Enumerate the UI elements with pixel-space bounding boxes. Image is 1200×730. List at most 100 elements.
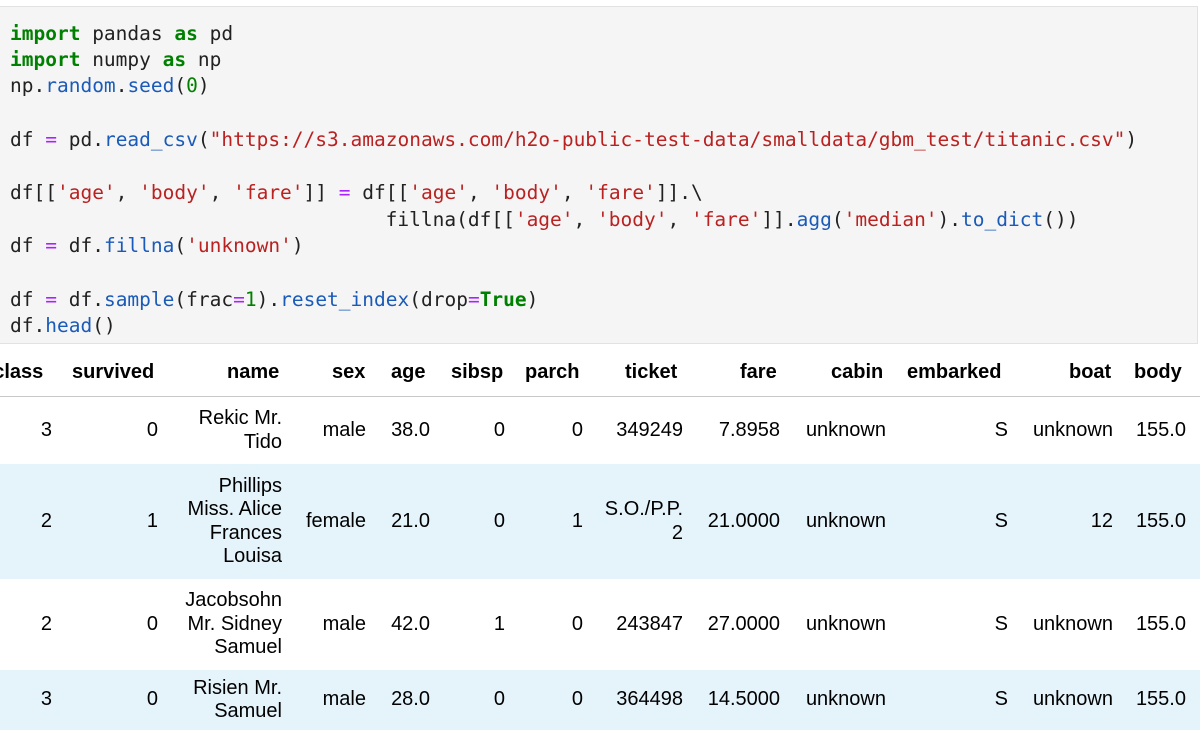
header-survived: survived — [72, 361, 155, 383]
cell-ticket-text: 243847 — [616, 612, 683, 635]
cell-boat-text: 12 — [1090, 509, 1113, 532]
cell-boat-text: unknown — [1032, 418, 1113, 441]
cell-survived-text: 0 — [146, 612, 158, 635]
table-row: 3 0 Risien Mr. Samuel male 28.0 0 0 364498 14.500… — [0, 670, 1200, 730]
cell-pclass-text: 2 — [40, 509, 52, 532]
cell-age: 21.0 — [391, 510, 430, 534]
header-pclass: pclass — [0, 361, 44, 383]
code-line-3: np.random.seed(0) — [10, 74, 210, 97]
table-row: 2 0 Jacobsohn Mr. Sidney Samuel male 42.0 1 0 243… — [0, 579, 1200, 670]
cell-name-text: Jacobsohn — [185, 589, 282, 612]
table-row: 3 0 Rekic Mr. Tido male 38.0 0 0 349249 7.8958 unk… — [0, 397, 1200, 464]
header-ticket: ticket — [625, 361, 678, 383]
table-row: 2 1 Phillips Miss. Alice Frances Louisa female… — [0, 464, 1200, 579]
cell-cabin: unknown — [806, 510, 886, 534]
cell-cabin-text: unknown — [805, 612, 886, 635]
cell-fare-text: 7.8958 — [718, 418, 780, 441]
cell-parch-text: 1 — [571, 509, 583, 532]
code-cell[interactable]: import pandas as pd import numpy as np n… — [0, 6, 1198, 344]
cell-fare: 14.5000 — [708, 688, 780, 712]
cell-boat: 12 — [1091, 510, 1113, 534]
cell-ticket: 243847 — [616, 613, 683, 637]
cell-pclass-text: 3 — [40, 418, 52, 441]
cell-ticket-text: 2 — [671, 521, 683, 544]
cell-sex-text: male — [322, 612, 366, 635]
header-name: name — [227, 361, 280, 383]
cell-parch-text: 0 — [571, 688, 583, 711]
cell-age: 28.0 — [391, 688, 430, 712]
cell-body: 155.0 — [1136, 688, 1186, 712]
cell-embarked: S — [995, 419, 1008, 443]
cell-body-text: 155.0 — [1135, 509, 1186, 532]
cell-age-text: 21.0 — [391, 509, 430, 532]
cell-embarked: S — [995, 613, 1008, 637]
cell-body: 155.0 — [1136, 510, 1186, 534]
cell-sibsp: 1 — [494, 613, 505, 637]
cell-pclass-text: 3 — [40, 688, 52, 711]
cell-sex-text: male — [322, 688, 366, 711]
cell-sex: male — [323, 613, 366, 637]
header-parch: parch — [525, 361, 580, 383]
cell-name-text: Risien Mr. — [193, 676, 282, 699]
header-sex: sex — [332, 361, 366, 383]
cell-fare: 27.0000 — [708, 613, 780, 637]
cell-sibsp-text: 1 — [493, 612, 505, 635]
cell-name: Risien Mr. Samuel — [193, 677, 282, 724]
cell-fare: 21.0000 — [708, 510, 780, 534]
cell-age-text: 28.0 — [391, 688, 430, 711]
cell-pclass: 2 — [41, 613, 52, 637]
cell-age: 42.0 — [391, 613, 430, 637]
cell-parch-text: 0 — [571, 612, 583, 635]
cell-pclass-text: 2 — [40, 612, 52, 635]
cell-name-text: Louisa — [223, 545, 282, 567]
cell-embarked-text: S — [994, 509, 1008, 532]
cell-body: 155.0 — [1136, 613, 1186, 637]
cell-survived: 0 — [147, 688, 158, 712]
cell-fare-text: 14.5000 — [707, 688, 780, 711]
cell-ticket-text: S.O./P.P. — [604, 498, 683, 520]
cell-embarked-text: S — [994, 612, 1008, 635]
cell-sex: male — [323, 688, 366, 712]
cell-name-text: Samuel — [214, 700, 282, 722]
cell-survived-text: 1 — [146, 509, 158, 532]
cell-parch: 0 — [572, 688, 583, 712]
cell-cabin-text: unknown — [805, 688, 886, 711]
code-line-4: df = pd.read_csv("https://s3.amazonaws.c… — [10, 128, 1138, 151]
cell-sibsp: 0 — [494, 419, 505, 443]
cell-sex-text: male — [322, 418, 366, 441]
cell-embarked: S — [995, 688, 1008, 712]
cell-parch-text: 0 — [571, 418, 583, 441]
cell-body: 155.0 — [1136, 419, 1186, 443]
code-line-9: df.head() — [10, 314, 116, 337]
cell-name-text: Miss. Alice — [187, 498, 282, 520]
cell-name-text: Rekic Mr. — [198, 407, 282, 429]
cell-ticket-text: 349249 — [616, 418, 683, 441]
cell-parch: 0 — [572, 419, 583, 443]
cell-body-text: 155.0 — [1135, 688, 1186, 711]
cell-sex: male — [323, 419, 366, 443]
cell-boat: unknown — [1033, 419, 1113, 443]
cell-sibsp: 0 — [494, 688, 505, 712]
cell-cabin-text: unknown — [805, 509, 886, 532]
cell-sibsp: 0 — [494, 510, 505, 534]
cell-boat-text: unknown — [1032, 688, 1113, 711]
code-line-1: import pandas as pd — [10, 22, 234, 45]
cell-boat: unknown — [1033, 613, 1113, 637]
header-cabin: cabin — [831, 361, 884, 383]
cell-parch: 0 — [572, 613, 583, 637]
code-line-2: import numpy as np — [10, 48, 222, 71]
header-boat: boat — [1069, 361, 1112, 383]
cell-boat-text: unknown — [1032, 612, 1113, 635]
code-line-7: df = df.fillna('unknown') — [10, 234, 304, 257]
cell-cabin: unknown — [806, 419, 886, 443]
cell-age-text: 42.0 — [391, 612, 430, 635]
cell-body-text: 155.0 — [1135, 418, 1186, 441]
cell-fare: 7.8958 — [719, 419, 780, 443]
cell-fare-text: 27.0000 — [707, 612, 780, 635]
cell-name-text: Mr. Sidney — [187, 612, 282, 635]
cell-embarked: S — [995, 510, 1008, 534]
cell-sibsp-text: 0 — [493, 509, 505, 532]
code-line-6: fillna(df[['age', 'body', 'fare']].agg('… — [10, 208, 1079, 231]
cell-sibsp-text: 0 — [493, 688, 505, 711]
cell-age: 38.0 — [391, 419, 430, 443]
